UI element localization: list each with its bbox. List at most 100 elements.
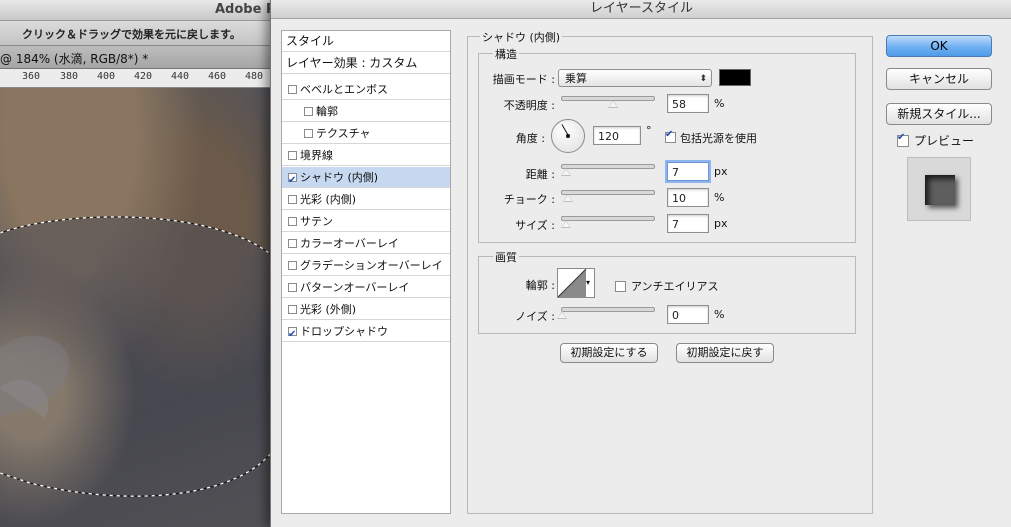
size-input[interactable]: 7	[667, 214, 709, 233]
blend-mode-label: 描画モード :	[492, 73, 555, 86]
style-item-label: シャドウ (内側)	[300, 171, 379, 184]
anti-alias-checkbox[interactable]	[615, 281, 626, 292]
style-item-drop-shadow[interactable]: ドロップシャドウ	[282, 321, 450, 345]
style-item-label: 輪郭	[316, 105, 338, 118]
noise-label: ノイズ :	[515, 310, 555, 323]
opacity-slider-thumb[interactable]	[608, 100, 618, 108]
distance-input[interactable]: 7	[667, 162, 709, 181]
pattern-overlay-checkbox[interactable]	[288, 283, 297, 292]
options-bar: クリック＆ドラッグで効果を元に戻します。	[0, 21, 280, 46]
new-style-button[interactable]: 新規スタイル...	[886, 103, 992, 125]
global-light-checkbox[interactable]	[665, 129, 676, 143]
quality-group: 画質 輪郭 : ▾ アンチエイリアス ノイズ : 0 %	[478, 249, 856, 334]
document-tab[interactable]: @ 184% (水滴, RGB/8*) *	[0, 46, 280, 69]
style-item-texture[interactable]: テクスチャ	[282, 123, 450, 144]
style-item-gradient-overlay[interactable]: グラデーションオーバーレイ	[282, 255, 450, 276]
ruler-tick: 360	[22, 71, 41, 82]
style-item-inner-glow[interactable]: 光彩 (内側)	[282, 189, 450, 210]
contour-dropdown-icon[interactable]: ▾	[586, 278, 590, 287]
style-item-inner-shadow[interactable]: シャドウ (内側)	[282, 167, 450, 191]
drop-shadow-checkbox[interactable]	[288, 324, 297, 345]
size-unit: px	[714, 217, 728, 230]
cancel-button[interactable]: キャンセル	[886, 68, 992, 90]
blending-options-item[interactable]: レイヤー効果 : カスタム	[282, 53, 450, 74]
select-arrows-icon: ⬍	[699, 74, 707, 84]
hint-text: クリック＆ドラッグで効果を元に戻します。	[22, 28, 241, 41]
color-overlay-checkbox[interactable]	[288, 239, 297, 248]
style-item-label: 光彩 (外側)	[300, 303, 357, 316]
choke-label: チョーク :	[503, 193, 555, 206]
size-label: サイズ :	[515, 219, 555, 232]
choke-slider[interactable]	[561, 190, 655, 195]
make-default-button[interactable]: 初期設定にする	[560, 343, 658, 363]
styles-list: スタイル レイヤー効果 : カスタム ベベルとエンボス 輪郭 テクスチャ 境界線…	[281, 30, 451, 514]
ok-button[interactable]: OK	[886, 35, 992, 57]
style-item-contour[interactable]: 輪郭	[282, 101, 450, 122]
style-item-satin[interactable]: サテン	[282, 211, 450, 232]
contour-checkbox[interactable]	[304, 107, 313, 116]
choke-input[interactable]: 10	[667, 188, 709, 207]
ruler-tick: 480	[245, 71, 264, 82]
angle-unit: °	[646, 124, 652, 137]
outer-glow-checkbox[interactable]	[288, 305, 297, 314]
document-canvas[interactable]	[0, 88, 280, 527]
ruler-tick: 400	[97, 71, 116, 82]
preview-swatch	[925, 175, 955, 205]
style-item-label: ドロップシャドウ	[300, 325, 388, 338]
style-item-pattern-overlay[interactable]: パターンオーバーレイ	[282, 277, 450, 298]
style-item-bevel-emboss[interactable]: ベベルとエンボス	[282, 79, 450, 100]
style-item-outer-glow[interactable]: 光彩 (外側)	[282, 299, 450, 320]
shadow-color-swatch[interactable]	[719, 69, 751, 86]
panel-title: シャドウ (内側)	[480, 29, 563, 45]
anti-alias-label: アンチエイリアス	[631, 280, 719, 293]
bevel-emboss-checkbox[interactable]	[288, 85, 297, 94]
ruler-tick: 440	[171, 71, 190, 82]
style-item-label: 光彩 (内側)	[300, 193, 357, 206]
style-item-label: 境界線	[300, 149, 333, 162]
app-title: Adobe P	[215, 2, 276, 17]
angle-input[interactable]: 120	[593, 126, 641, 145]
horizontal-ruler[interactable]: 360 380 400 420 440 460 480	[0, 69, 280, 88]
choke-slider-thumb[interactable]	[563, 194, 573, 202]
preview-label: プレビュー	[914, 134, 975, 148]
choke-unit: %	[714, 191, 725, 204]
style-item-label: グラデーションオーバーレイ	[300, 259, 443, 272]
style-item-label: ベベルとエンボス	[300, 83, 388, 96]
style-item-label: パターンオーバーレイ	[300, 281, 410, 294]
style-item-label: カラーオーバーレイ	[300, 237, 399, 250]
inner-glow-checkbox[interactable]	[288, 195, 297, 204]
distance-slider-thumb[interactable]	[561, 168, 571, 176]
stroke-checkbox[interactable]	[288, 151, 297, 160]
opacity-input[interactable]: 58	[667, 94, 709, 113]
size-slider-thumb[interactable]	[561, 220, 571, 228]
angle-dial[interactable]	[551, 119, 585, 153]
opacity-label: 不透明度 :	[503, 99, 555, 112]
quality-legend: 画質	[493, 249, 519, 265]
distance-slider[interactable]	[561, 164, 655, 169]
styles-header-label: スタイル	[286, 34, 335, 48]
noise-slider-thumb[interactable]	[557, 311, 567, 319]
style-item-stroke[interactable]: 境界線	[282, 145, 450, 166]
structure-legend: 構造	[493, 46, 519, 62]
inner-shadow-panel: シャドウ (内側) 構造 描画モード : 乗算 ⬍ 不透明度 : 58 % 角度…	[467, 29, 873, 514]
noise-slider[interactable]	[561, 307, 655, 312]
angle-label: 角度 :	[515, 132, 545, 145]
ruler-tick: 420	[134, 71, 153, 82]
opacity-unit: %	[714, 97, 725, 110]
texture-checkbox[interactable]	[304, 129, 313, 138]
blend-mode-select[interactable]: 乗算 ⬍	[558, 69, 712, 87]
style-item-label: サテン	[300, 215, 333, 228]
satin-checkbox[interactable]	[288, 217, 297, 226]
style-item-label: テクスチャ	[316, 127, 371, 140]
styles-header[interactable]: スタイル	[282, 31, 450, 52]
ruler-tick: 460	[208, 71, 227, 82]
preview-checkbox[interactable]	[897, 132, 909, 147]
inner-shadow-checkbox[interactable]	[288, 170, 297, 191]
gradient-overlay-checkbox[interactable]	[288, 261, 297, 270]
size-slider[interactable]	[561, 216, 655, 221]
style-item-color-overlay[interactable]: カラーオーバーレイ	[282, 233, 450, 254]
angle-dial-center	[566, 134, 570, 138]
noise-input[interactable]: 0	[667, 305, 709, 324]
reset-to-default-button[interactable]: 初期設定に戻す	[676, 343, 774, 363]
style-preview-thumbnail	[907, 157, 971, 221]
